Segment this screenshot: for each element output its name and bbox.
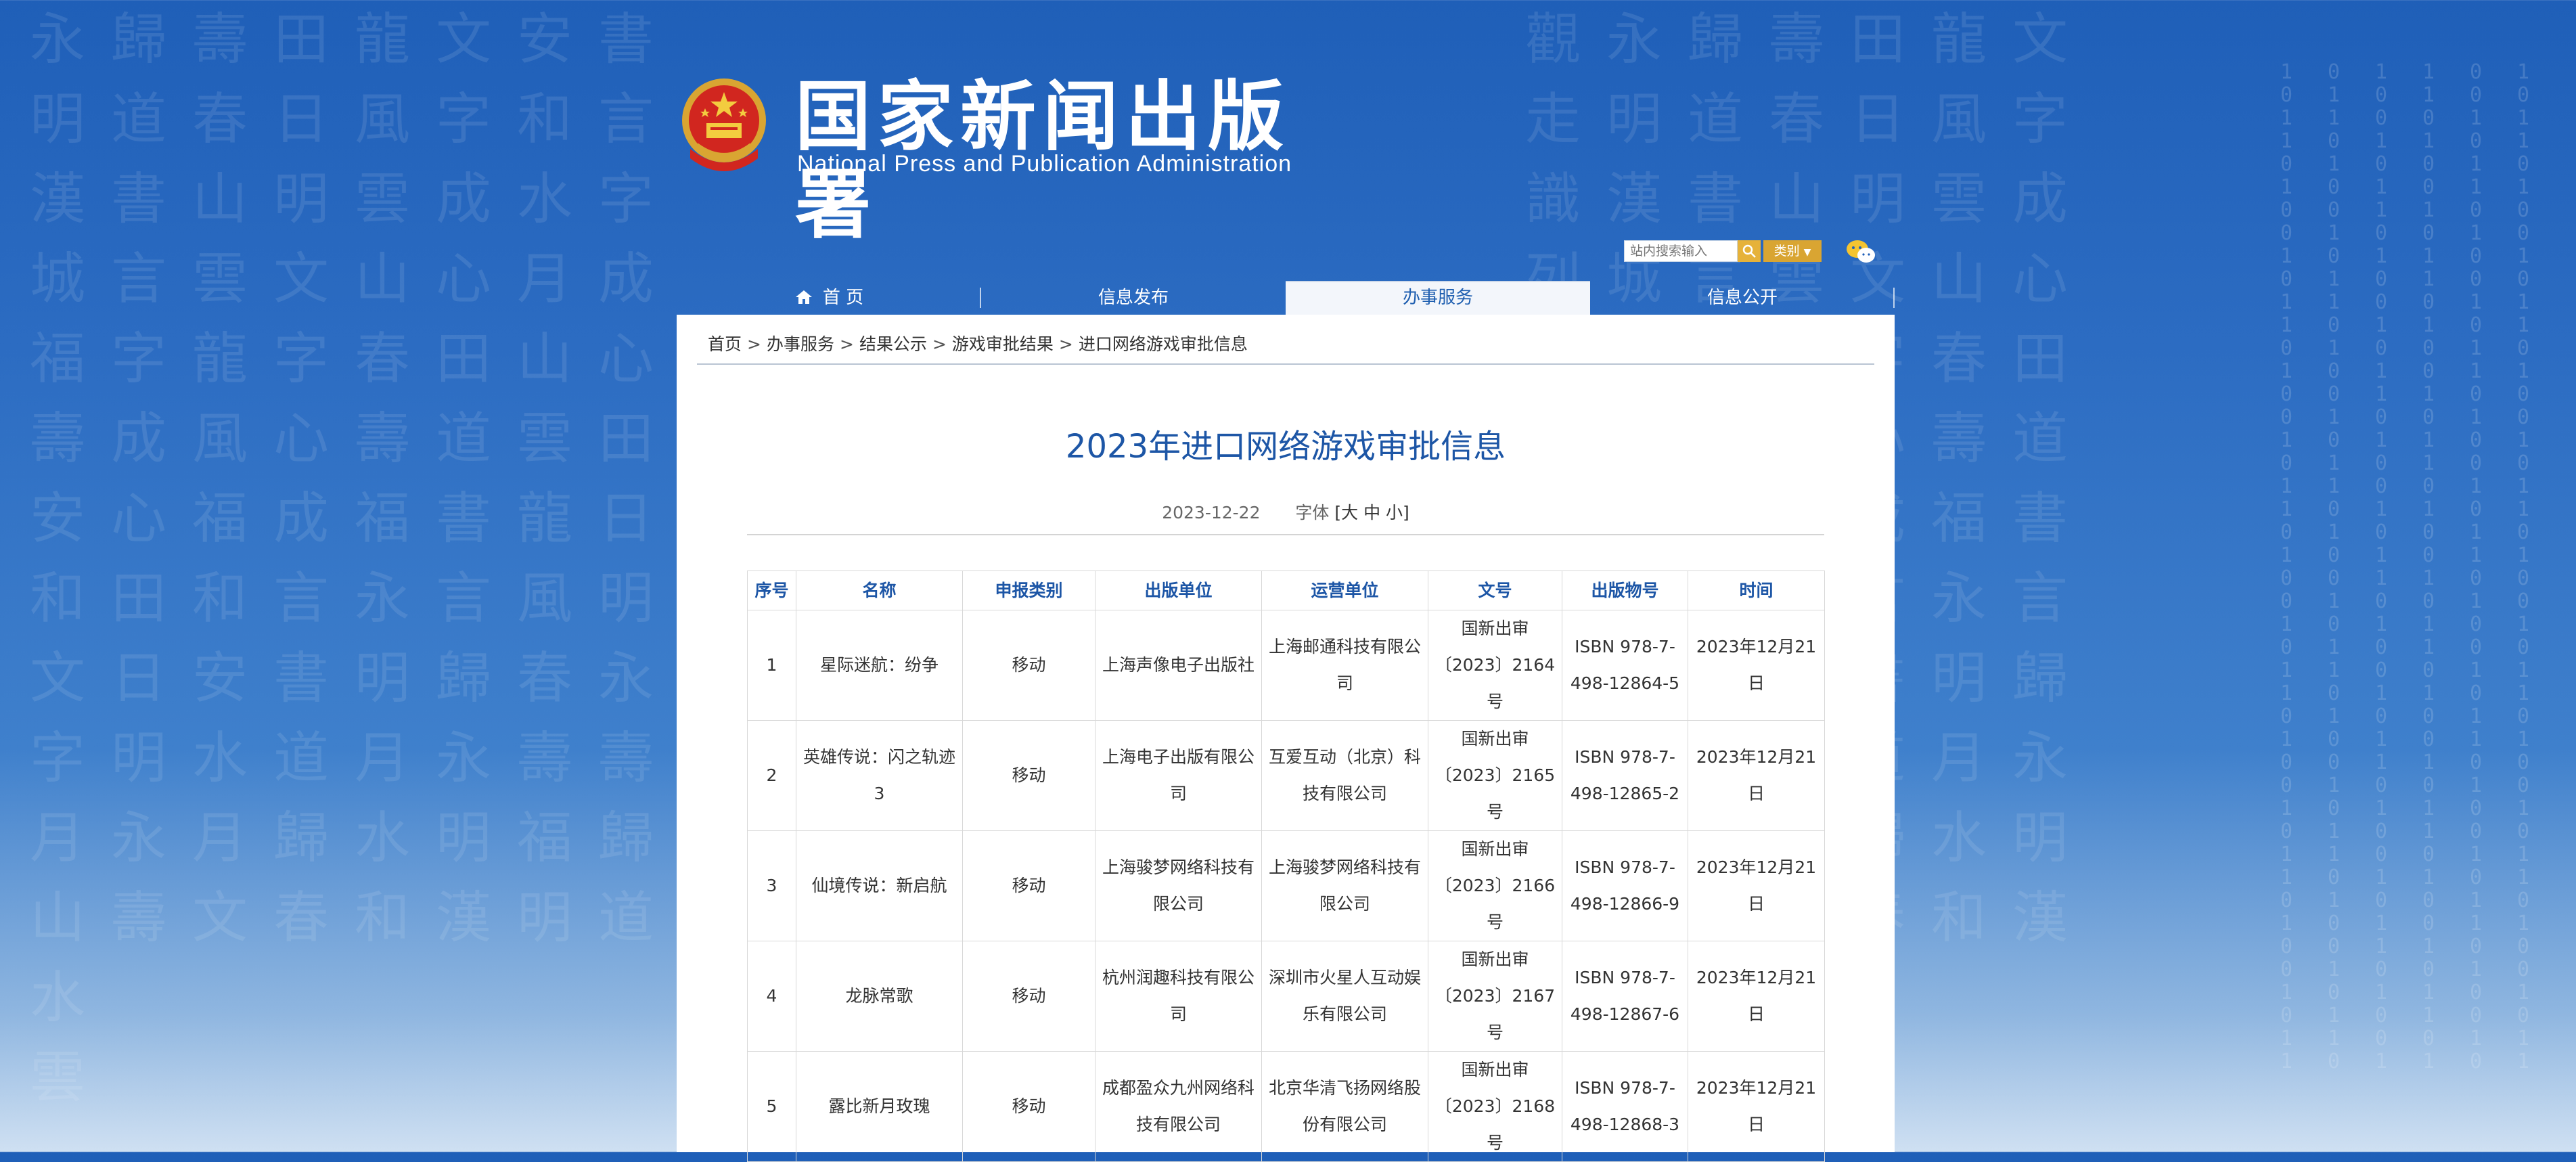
cell-publisher: 成都盈众九州网络科技有限公司 [1095, 1051, 1262, 1162]
table-row: 1 星际迷航：纷争 移动 上海声像电子出版社 上海邮通科技有限公司 国新出审〔2… [747, 610, 1825, 721]
breadcrumb-divider [697, 363, 1874, 365]
cell-publisher: 上海声像电子出版社 [1095, 610, 1262, 721]
publish-date: 2023-12-22 [1162, 503, 1261, 522]
meta-divider [747, 534, 1824, 535]
cell-date: 2023年12月21日 [1688, 610, 1825, 721]
cell-index: 4 [747, 941, 796, 1052]
nav-home[interactable]: 首 页 [677, 281, 981, 315]
cell-index: 1 [747, 610, 796, 721]
site-header: 国家新闻出版署 National Press and Publication A… [677, 68, 1326, 249]
approval-table: 序号 名称 申报类别 出版单位 运营单位 文号 出版物号 时间 1 星际迷航：纷… [747, 571, 1825, 1162]
cell-date: 2023年12月21日 [1688, 720, 1825, 831]
cell-operator: 深圳市火星人互动娱乐有限公司 [1261, 941, 1428, 1052]
breadcrumb-game-approval[interactable]: 游戏审批结果 [952, 334, 1054, 354]
cell-approval-number: 国新出审〔2023〕2165号 [1428, 720, 1562, 831]
cell-category: 移动 [962, 720, 1095, 831]
search-icon [1742, 244, 1756, 258]
article-meta: 2023-12-22 字体 [大 中 小] [677, 501, 1895, 524]
cell-index: 5 [747, 1051, 796, 1162]
table-row: 5 露比新月玫瑰 移动 成都盈众九州网络科技有限公司 北京华清飞扬网络股份有限公… [747, 1051, 1825, 1162]
breadcrumb-separator: > [747, 334, 761, 354]
breadcrumb-services[interactable]: 办事服务 [767, 334, 834, 354]
header-isbn: 出版物号 [1562, 571, 1688, 610]
search-button[interactable] [1738, 240, 1761, 262]
site-subtitle: National Press and Publication Administr… [797, 151, 1292, 177]
nav-divider [1893, 288, 1895, 308]
breadcrumb-current[interactable]: 进口网络游戏审批信息 [1079, 334, 1248, 354]
header-category: 申报类别 [962, 571, 1095, 610]
chevron-down-icon: ▼ [1803, 247, 1811, 258]
nav-home-label: 首 页 [822, 288, 864, 308]
cell-name: 仙境传说：新启航 [796, 830, 963, 941]
national-emblem-icon[interactable] [677, 74, 771, 176]
cell-isbn: ISBN 978-7-498-12868-3 [1562, 1051, 1688, 1162]
cell-date: 2023年12月21日 [1688, 1051, 1825, 1162]
breadcrumb-results[interactable]: 结果公示 [859, 334, 927, 354]
content-panel: 首页 > 办事服务 > 结果公示 > 游戏审批结果 > 进口网络游戏审批信息 2023年进口网络… [677, 315, 1895, 1162]
cell-operator: 北京华清飞扬网络股份有限公司 [1261, 1051, 1428, 1162]
search-input[interactable] [1625, 241, 1733, 261]
header-approval-number: 文号 [1428, 571, 1562, 610]
cell-name: 露比新月玫瑰 [796, 1051, 963, 1162]
cell-date: 2023年12月21日 [1688, 830, 1825, 941]
nav-info-release[interactable]: 信息发布 [981, 281, 1286, 315]
cell-date: 2023年12月21日 [1688, 941, 1825, 1052]
cell-operator: 互爱互动（北京）科技有限公司 [1261, 720, 1428, 831]
cell-isbn: ISBN 978-7-498-12867-6 [1562, 941, 1688, 1052]
header-publisher: 出版单位 [1095, 571, 1262, 610]
cell-approval-number: 国新出审〔2023〕2167号 [1428, 941, 1562, 1052]
cell-isbn: ISBN 978-7-498-12864-5 [1562, 610, 1688, 721]
cell-publisher: 上海电子出版有限公司 [1095, 720, 1262, 831]
cell-category: 移动 [962, 610, 1095, 721]
cell-index: 3 [747, 830, 796, 941]
cell-isbn: ISBN 978-7-498-12866-9 [1562, 830, 1688, 941]
cell-publisher: 杭州润趣科技有限公司 [1095, 941, 1262, 1052]
category-label: 类别 [1773, 244, 1800, 259]
home-icon [795, 290, 812, 304]
cell-isbn: ISBN 978-7-498-12865-2 [1562, 720, 1688, 831]
font-size-label: 字体 [1295, 503, 1330, 522]
table-row: 4 龙脉常歌 移动 杭州润趣科技有限公司 深圳市火星人互动娱乐有限公司 国新出审… [747, 941, 1825, 1052]
search-box [1624, 240, 1738, 262]
breadcrumb-home[interactable]: 首页 [708, 334, 742, 354]
cell-name: 英雄传说：闪之轨迹3 [796, 720, 963, 831]
table-row: 2 英雄传说：闪之轨迹3 移动 上海电子出版有限公司 互爱互动（北京）科技有限公… [747, 720, 1825, 831]
category-select[interactable]: 类别 ▼ [1763, 240, 1822, 262]
header-operator: 运营单位 [1261, 571, 1428, 610]
header-index: 序号 [747, 571, 796, 610]
header-name: 名称 [796, 571, 963, 610]
cell-publisher: 上海骏梦网络科技有限公司 [1095, 830, 1262, 941]
cell-approval-number: 国新出审〔2023〕2164号 [1428, 610, 1562, 721]
font-size-switcher[interactable]: [大 中 小] [1334, 503, 1409, 522]
breadcrumb-separator: > [932, 334, 947, 354]
cell-operator: 上海骏梦网络科技有限公司 [1261, 830, 1428, 941]
cell-index: 2 [747, 720, 796, 831]
cell-name: 龙脉常歌 [796, 941, 963, 1052]
breadcrumb-separator: > [839, 334, 854, 354]
cell-category: 移动 [962, 830, 1095, 941]
breadcrumb-separator: > [1058, 334, 1073, 354]
cell-approval-number: 国新出审〔2023〕2168号 [1428, 1051, 1562, 1162]
breadcrumb: 首页 > 办事服务 > 结果公示 > 游戏审批结果 > 进口网络游戏审批信息 [708, 332, 1248, 357]
header-date: 时间 [1688, 571, 1825, 610]
cell-name: 星际迷航：纷争 [796, 610, 963, 721]
cell-approval-number: 国新出审〔2023〕2166号 [1428, 830, 1562, 941]
nav-info-disclosure[interactable]: 信息公开 [1590, 281, 1895, 315]
main-nav: 首 页 信息发布 办事服务 信息公开 [677, 281, 1895, 315]
wechat-icon[interactable] [1845, 238, 1877, 265]
cell-category: 移动 [962, 941, 1095, 1052]
article-title: 2023年进口网络游戏审批信息 [1065, 428, 1506, 466]
table-row: 3 仙境传说：新启航 移动 上海骏梦网络科技有限公司 上海骏梦网络科技有限公司 … [747, 830, 1825, 941]
cell-operator: 上海邮通科技有限公司 [1261, 610, 1428, 721]
nav-services[interactable]: 办事服务 [1286, 281, 1590, 315]
cell-category: 移动 [962, 1051, 1095, 1162]
table-header-row: 序号 名称 申报类别 出版单位 运营单位 文号 出版物号 时间 [747, 571, 1825, 610]
